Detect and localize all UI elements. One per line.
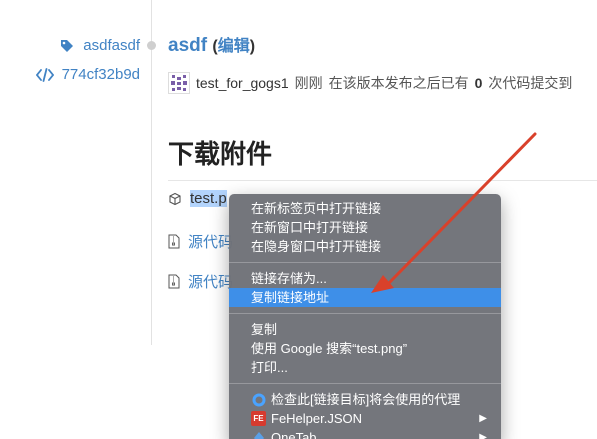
timeline-line — [151, 0, 152, 345]
attachment-link[interactable]: 源代码 — [188, 271, 233, 292]
tag-icon — [59, 38, 75, 54]
menu-copy-link-address[interactable]: 复制链接地址 — [229, 288, 501, 307]
menu-onetab[interactable]: OneTab ▶ — [229, 428, 501, 439]
menu-separator — [229, 383, 501, 384]
release-title[interactable]: asdf — [168, 35, 207, 56]
context-menu: 在新标签页中打开链接 在新窗口中打开链接 在隐身窗口中打开链接 链接存储为...… — [229, 194, 501, 439]
menu-save-link-as[interactable]: 链接存储为... — [229, 269, 501, 288]
tag-label[interactable]: asdfasdf — [83, 37, 140, 54]
close-paren: ) — [249, 38, 256, 55]
release-commit[interactable]: 774cf32b9d — [0, 66, 140, 83]
menu-fehelper-label: FeHelper.JSON — [271, 411, 363, 426]
attachment-link[interactable]: 源代码 — [188, 231, 233, 252]
submenu-arrow-icon: ▶ — [479, 413, 487, 424]
proxy-ring-icon — [251, 392, 266, 407]
divider — [168, 180, 597, 181]
commit-count: 0 — [474, 75, 483, 91]
release-header: asdf (编辑) — [168, 32, 255, 57]
author-name[interactable]: test_for_gogs1 — [196, 75, 289, 91]
timeline-dot — [147, 41, 156, 50]
menu-separator — [229, 262, 501, 263]
code-icon — [35, 67, 54, 82]
info-suffix: 次代码提交到 — [488, 75, 573, 91]
menu-separator — [229, 313, 501, 314]
menu-check-proxy[interactable]: 检查此[链接目标]将会使用的代理 — [229, 390, 501, 409]
menu-google-search[interactable]: 使用 Google 搜索“test.png” — [229, 339, 501, 358]
file-zip-icon — [168, 274, 180, 289]
attachment-item[interactable]: test.p — [168, 190, 227, 207]
fehelper-badge: FE — [251, 411, 266, 426]
menu-open-new-tab[interactable]: 在新标签页中打开链接 — [229, 199, 501, 218]
menu-fehelper[interactable]: FE FeHelper.JSON ▶ — [229, 409, 501, 428]
menu-copy[interactable]: 复制 — [229, 320, 501, 339]
commit-sha[interactable]: 774cf32b9d — [62, 66, 140, 83]
menu-onetab-label: OneTab — [271, 430, 317, 439]
fehelper-icon: FE — [251, 411, 266, 426]
attachment-item[interactable]: 源代码 — [168, 231, 233, 252]
menu-open-new-window[interactable]: 在新窗口中打开链接 — [229, 218, 501, 237]
file-zip-icon — [168, 234, 180, 249]
edit-link[interactable]: 编辑 — [218, 38, 250, 55]
release-tag[interactable]: asdfasdf — [0, 37, 140, 54]
attachment-link[interactable]: test.p — [190, 190, 227, 207]
submenu-arrow-icon: ▶ — [479, 432, 487, 439]
menu-open-incognito[interactable]: 在隐身窗口中打开链接 — [229, 237, 501, 256]
release-time: 刚刚 — [294, 75, 323, 91]
release-info: test_for_gogs1 刚刚 在该版本发布之后已有 0 次代码提交到 — [168, 72, 572, 94]
menu-check-proxy-label: 检查此[链接目标]将会使用的代理 — [271, 392, 461, 407]
downloads-title: 下载附件 — [168, 139, 273, 169]
package-icon — [168, 192, 182, 206]
menu-print[interactable]: 打印... — [229, 358, 501, 377]
attachment-item[interactable]: 源代码 — [168, 271, 233, 292]
onetab-icon — [251, 430, 266, 439]
info-prefix: 在该版本发布之后已有 — [328, 75, 469, 91]
avatar[interactable] — [168, 72, 190, 94]
